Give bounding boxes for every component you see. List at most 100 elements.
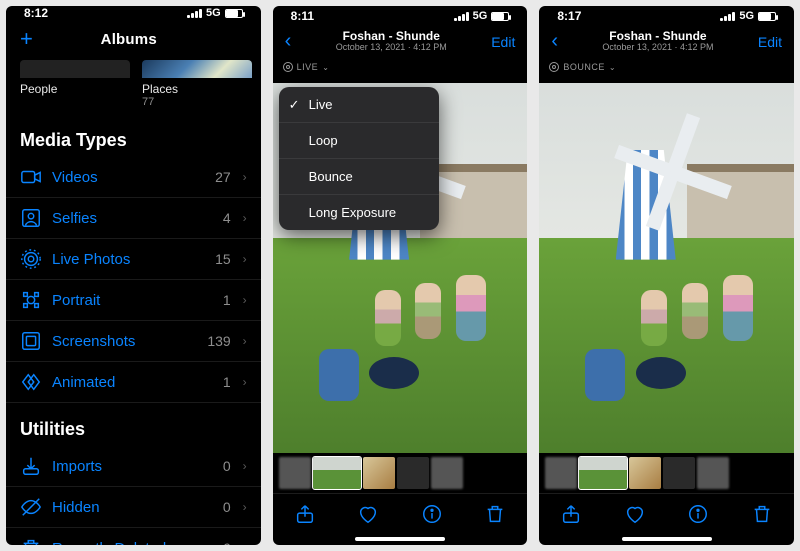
network-label: 5G	[206, 7, 221, 19]
home-indicator[interactable]	[539, 533, 794, 545]
edit-button[interactable]: Edit	[491, 34, 515, 50]
network-label: 5G	[739, 10, 754, 22]
import-icon	[20, 455, 42, 477]
chevron-right-icon: ›	[243, 500, 247, 514]
delete-button[interactable]	[484, 503, 506, 525]
album-places[interactable]: Places 77	[142, 60, 252, 108]
thumbnail[interactable]	[363, 457, 395, 489]
status-time: 8:17	[557, 9, 581, 23]
hidden-icon	[20, 496, 42, 518]
status-right: 5G	[187, 7, 243, 19]
row-imports[interactable]: Imports 0 ›	[6, 446, 261, 487]
row-livephotos[interactable]: Live Photos 15 ›	[6, 239, 261, 280]
animated-icon	[20, 371, 42, 393]
status-time: 8:12	[24, 6, 48, 20]
share-button[interactable]	[560, 503, 582, 525]
thumbnail[interactable]	[629, 457, 661, 489]
row-hidden[interactable]: Hidden 0 ›	[6, 487, 261, 528]
info-button[interactable]	[421, 503, 443, 525]
selfie-icon	[20, 207, 42, 229]
dropdown-option-longexposure[interactable]: Long Exposure	[279, 195, 439, 230]
album-places-count: 77	[142, 96, 252, 108]
back-button[interactable]: ‹	[285, 30, 292, 53]
dropdown-option-bounce[interactable]: Bounce	[279, 159, 439, 195]
home-indicator[interactable]	[273, 533, 528, 545]
dropdown-option-loop[interactable]: Loop	[279, 123, 439, 159]
album-people-thumb	[20, 60, 130, 78]
thumbnail[interactable]	[397, 457, 429, 489]
chevron-right-icon: ›	[243, 170, 247, 184]
row-count: 1	[223, 292, 231, 308]
chevron-right-icon: ›	[243, 293, 247, 307]
video-icon	[20, 166, 42, 188]
photo-viewport[interactable]	[539, 83, 794, 453]
detail-title-block: Foshan - Shunde October 13, 2021 · 4:12 …	[336, 30, 447, 53]
row-recently-deleted[interactable]: Recently Deleted 6 ›	[6, 528, 261, 545]
battery-icon	[491, 12, 509, 21]
filmstrip[interactable]	[539, 453, 794, 493]
thumbnail[interactable]	[279, 457, 311, 489]
live-badge[interactable]: LIVE ⌄	[283, 62, 330, 72]
live-badge-text: BOUNCE	[563, 62, 605, 72]
chevron-right-icon: ›	[243, 252, 247, 266]
status-bar: 8:11 5G	[273, 6, 528, 26]
favorite-button[interactable]	[624, 503, 646, 525]
row-videos[interactable]: Videos 27 ›	[6, 157, 261, 198]
row-label: Imports	[52, 458, 213, 475]
utilities-list: Imports 0 › Hidden 0 › Recently Deleted …	[6, 446, 261, 545]
nav-title: Albums	[101, 31, 157, 48]
media-types-header: Media Types	[6, 114, 261, 157]
photo-detail-live-screen: 8:11 5G ‹ Foshan - Shunde October 13, 20…	[273, 6, 528, 545]
row-count: 6	[223, 540, 231, 545]
album-people[interactable]: People	[20, 60, 130, 108]
info-button[interactable]	[687, 503, 709, 525]
row-screenshots[interactable]: Screenshots 139 ›	[6, 321, 261, 362]
detail-title-block: Foshan - Shunde October 13, 2021 · 4:12 …	[602, 30, 713, 53]
live-badge[interactable]: BOUNCE ⌄	[549, 62, 616, 72]
my-albums-row: People Places 77	[6, 56, 261, 114]
row-count: 15	[215, 251, 231, 267]
back-button[interactable]: ‹	[551, 30, 558, 53]
row-animated[interactable]: Animated 1 ›	[6, 362, 261, 403]
livephoto-icon	[20, 248, 42, 270]
thumbnail-current[interactable]	[579, 457, 627, 489]
filmstrip[interactable]	[273, 453, 528, 493]
status-right: 5G	[720, 10, 776, 22]
chevron-right-icon: ›	[243, 459, 247, 473]
status-time: 8:11	[291, 9, 314, 23]
photo-datetime: October 13, 2021 · 4:12 PM	[602, 43, 713, 53]
status-bar: 8:12 5G	[6, 6, 261, 20]
chevron-right-icon: ›	[243, 334, 247, 348]
add-button[interactable]: +	[20, 26, 33, 52]
favorite-button[interactable]	[357, 503, 379, 525]
chevron-right-icon: ›	[243, 211, 247, 225]
photo-detail-bounce-screen: 8:17 5G ‹ Foshan - Shunde October 13, 20…	[539, 6, 794, 545]
row-portrait[interactable]: Portrait 1 ›	[6, 280, 261, 321]
thumbnail-current[interactable]	[313, 457, 361, 489]
row-label: Selfies	[52, 210, 213, 227]
thumbnail[interactable]	[663, 457, 695, 489]
dropdown-option-live[interactable]: Live	[279, 87, 439, 123]
row-label: Animated	[52, 374, 213, 391]
photo-viewport[interactable]: Live Loop Bounce Long Exposure	[273, 83, 528, 453]
liveindicator-icon	[549, 62, 559, 72]
live-badge-row: LIVE ⌄	[273, 55, 528, 83]
liveindicator-icon	[283, 62, 293, 72]
live-effect-dropdown: Live Loop Bounce Long Exposure	[279, 87, 439, 230]
trash-icon	[20, 537, 42, 545]
thumbnail[interactable]	[431, 457, 463, 489]
chevron-right-icon: ›	[243, 375, 247, 389]
delete-button[interactable]	[751, 503, 773, 525]
row-selfies[interactable]: Selfies 4 ›	[6, 198, 261, 239]
share-button[interactable]	[294, 503, 316, 525]
thumbnail[interactable]	[545, 457, 577, 489]
detail-nav: ‹ Foshan - Shunde October 13, 2021 · 4:1…	[539, 26, 794, 55]
detail-nav: ‹ Foshan - Shunde October 13, 2021 · 4:1…	[273, 26, 528, 55]
bottom-toolbar	[273, 493, 528, 533]
thumbnail[interactable]	[697, 457, 729, 489]
edit-button[interactable]: Edit	[758, 34, 782, 50]
row-count: 0	[223, 499, 231, 515]
battery-icon	[758, 12, 776, 21]
signal-icon	[720, 12, 735, 21]
utilities-header: Utilities	[6, 403, 261, 446]
